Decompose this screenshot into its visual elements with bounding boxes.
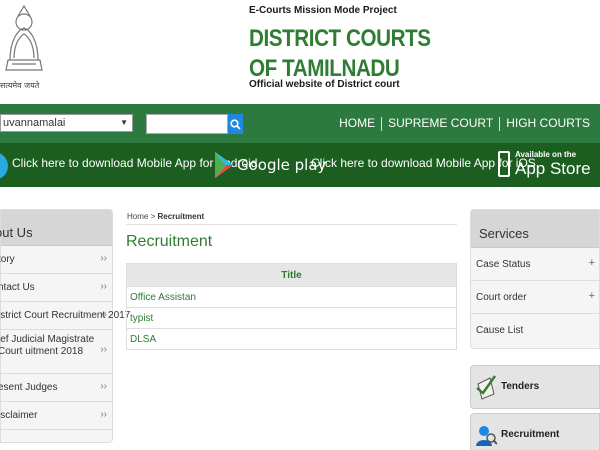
double-chevron-right-icon: ›› [100, 344, 107, 355]
sidebar-item-cjm-recruitment-2018[interactable]: ief Judicial Magistrate Court uitment 20… [0, 330, 112, 374]
about-us-heading: out Us [0, 210, 112, 246]
double-chevron-right-icon: ›› [100, 253, 107, 264]
user-search-icon [476, 426, 497, 446]
project-name: E-Courts Mission Mode Project [249, 5, 397, 16]
services-heading: Services [471, 210, 599, 248]
table-header-row: Title [126, 263, 457, 287]
district-select[interactable]: uvannamalai ▼ [0, 114, 133, 132]
document-check-icon [476, 375, 496, 400]
district-select-value: uvannamalai [3, 117, 66, 129]
breadcrumb-home[interactable]: Home [127, 212, 148, 221]
double-chevron-right-icon: ›› [100, 309, 107, 320]
google-play-icon [215, 152, 233, 178]
recruitment-tile[interactable]: Recruitment [470, 413, 600, 450]
sidebar-item-contact-us[interactable]: ntact Us ›› [0, 274, 112, 302]
plus-icon: + [588, 257, 595, 269]
sidebar-item-disclaimer[interactable]: isclaimer ›› [0, 402, 112, 430]
android-app-icon[interactable] [0, 152, 8, 180]
about-us-sidebar: out Us tory ›› ntact Us ›› istrict Court… [0, 209, 130, 443]
search-button[interactable] [228, 114, 243, 134]
table-row: Office Assistan [126, 286, 457, 308]
recruitment-label: Recruitment [501, 429, 560, 440]
nav-link-supreme-court[interactable]: SUPREME COURT [382, 116, 499, 131]
service-item-case-status[interactable]: Case Status + [471, 248, 599, 281]
breadcrumb-divider [126, 224, 457, 225]
double-chevron-right-icon: ›› [100, 381, 107, 392]
service-item-cause-list[interactable]: Cause List [471, 314, 599, 347]
emblem-caption: सत्यमेव जयते [0, 81, 40, 90]
breadcrumb-current: Recruitment [157, 212, 205, 221]
breadcrumb: Home > Recruitment [127, 212, 204, 221]
table-header-title: Title [126, 263, 457, 287]
services-sidebar: Services Case Status + Court order + Cau… [470, 209, 600, 349]
sidebar-item-present-judges[interactable]: esent Judges ›› [0, 374, 112, 402]
page-title: Recruitment [126, 233, 213, 250]
main-navbar: uvannamalai ▼ HOME SUPREME COURT HIGH CO… [0, 104, 600, 143]
sidebar-item-recruitment-2017[interactable]: istrict Court Recruitment 2017 ›› [0, 302, 130, 330]
app-store-label: App Store [515, 159, 591, 178]
phone-icon [498, 151, 510, 177]
nav-link-home[interactable]: HOME [333, 116, 381, 131]
google-play-badge[interactable]: Google play [213, 151, 326, 179]
site-subtitle: Official website of District court [249, 79, 400, 90]
plus-icon: + [588, 290, 595, 302]
recruitment-link-dlsa[interactable]: DLSA [126, 328, 457, 350]
search-icon [230, 118, 241, 130]
nav-links: HOME SUPREME COURT HIGH COURTS [333, 116, 596, 131]
table-row: DLSA [126, 328, 457, 350]
recruitment-link-office-assistant[interactable]: Office Assistan [126, 286, 457, 308]
chevron-down-icon: ▼ [120, 118, 128, 127]
nav-link-high-courts[interactable]: HIGH COURTS [500, 116, 596, 131]
recruitment-table: Title Office Assistan typist DLSA [126, 263, 457, 350]
tenders-tile[interactable]: Tenders [470, 365, 600, 409]
double-chevron-right-icon: ›› [100, 409, 107, 420]
search-input[interactable] [146, 114, 228, 134]
service-item-court-order[interactable]: Court order + [471, 281, 599, 314]
app-store-small-label: Available on the [515, 150, 577, 159]
sidebar-item-history[interactable]: tory ›› [0, 246, 112, 274]
site-title: DISTRICT COURTS OF TAMILNADU [249, 25, 431, 82]
recruitment-link-typist[interactable]: typist [126, 307, 457, 329]
table-row: typist [126, 307, 457, 329]
double-chevron-right-icon: ›› [100, 281, 107, 292]
mobile-app-bar: Click here to download Mobile App for An… [0, 143, 600, 187]
app-store-badge[interactable]: Available on the App Store [498, 149, 591, 181]
tenders-label: Tenders [501, 381, 540, 392]
